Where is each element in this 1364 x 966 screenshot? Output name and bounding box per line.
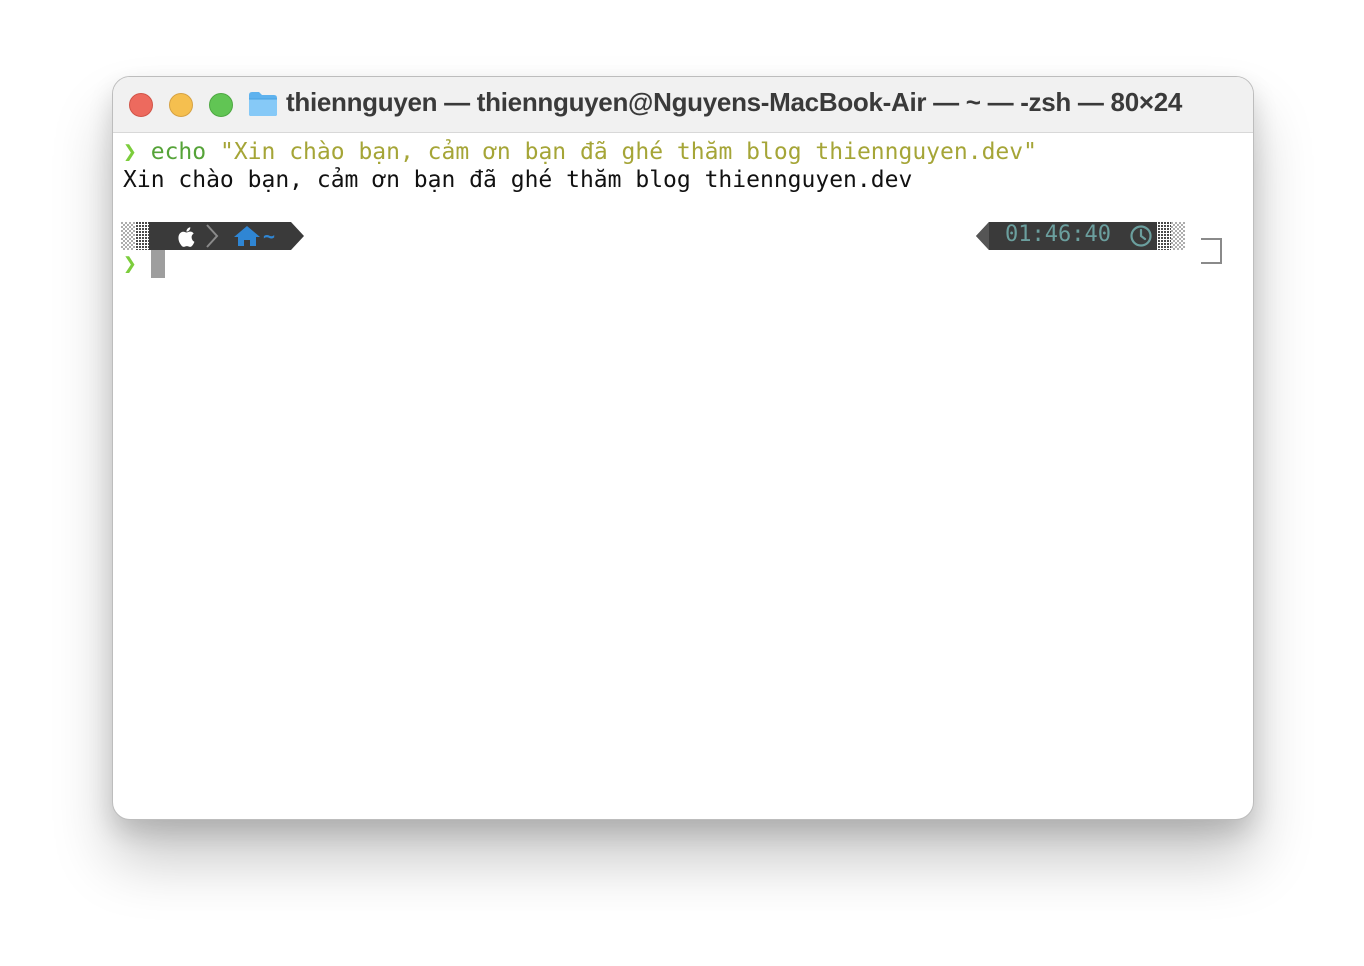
prompt-symbol: ❯: [123, 139, 137, 165]
clock-icon: [1130, 225, 1152, 247]
command-argument: "Xin chào bạn, cảm ơn bạn đã ghé thăm bl…: [219, 139, 1037, 165]
close-button[interactable]: [129, 93, 153, 117]
command-output: Xin chào bạn, cảm ơn bạn đã ghé thăm blo…: [123, 167, 913, 193]
maximize-button[interactable]: [209, 93, 233, 117]
apple-icon: [178, 227, 195, 247]
command-name: echo: [150, 139, 207, 165]
prompt-symbol: ❯: [123, 251, 137, 277]
command-line: ❯ echo "Xin chào bạn, cảm ơn bạn đã ghé …: [123, 138, 1037, 166]
terminal-content[interactable]: ❯ echo "Xin chào bạn, cảm ơn bạn đã ghé …: [113, 133, 1253, 819]
right-prompt-connector: [1201, 238, 1222, 264]
terminal-window: thiennguyen — thiennguyen@Nguyens-MacBoo…: [112, 76, 1254, 820]
current-directory: ~: [263, 224, 276, 248]
minimize-button[interactable]: [169, 93, 193, 117]
prompt-time: 01:46:40: [1005, 222, 1111, 247]
title-bar: thiennguyen — thiennguyen@Nguyens-MacBoo…: [113, 77, 1253, 133]
window-title: thiennguyen — thiennguyen@Nguyens-MacBoo…: [286, 87, 1183, 117]
home-icon: [234, 226, 260, 246]
terminal-cursor: [151, 250, 165, 278]
prompt-line: ❯: [123, 250, 137, 278]
folder-icon: [249, 92, 277, 116]
chevron-right-icon: [206, 224, 219, 248]
